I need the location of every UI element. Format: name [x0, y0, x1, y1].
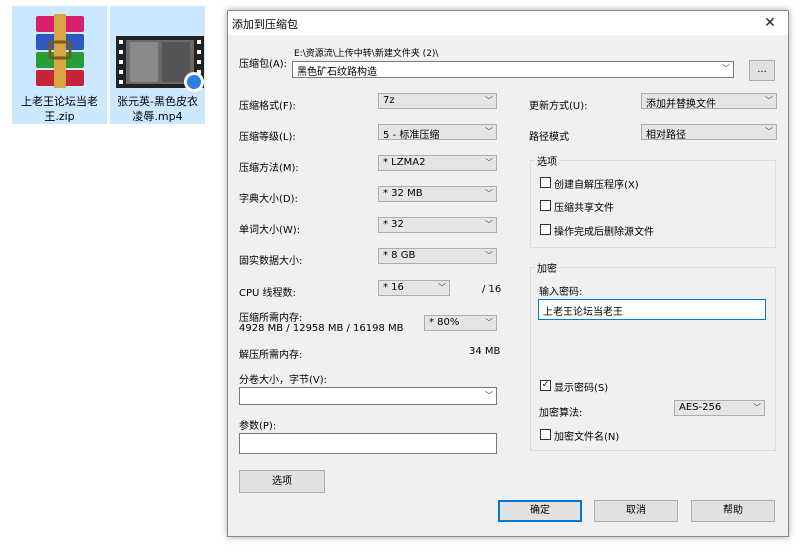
chevron-down-icon: ﹀ [485, 96, 493, 105]
add-to-archive-dialog: 添加到压缩包 ✕ 压缩包(A): E:\资源流\上传中转\新建文件夹 (2)\ … [227, 10, 789, 537]
chevron-down-icon: ﹀ [485, 391, 493, 400]
desktop-file-zip[interactable]: 上老王论坛当老 王.zip [12, 6, 107, 124]
solid-label: 固实数据大小: [239, 256, 303, 267]
chevron-down-icon: ﹀ [485, 251, 493, 260]
mem-decompress-value: 34 MB [469, 346, 501, 357]
params-input[interactable] [239, 433, 497, 454]
video-file-icon [116, 36, 204, 92]
level-label: 压缩等级(L): [239, 132, 296, 143]
solid-select[interactable]: * 8 GB ﹀ [378, 248, 497, 264]
level-value: 5 - 标准压缩 [383, 130, 440, 141]
chevron-down-icon: ﹀ [485, 127, 493, 136]
chevron-down-icon: ﹀ [485, 189, 493, 198]
split-size-combo[interactable]: ﹀ [239, 387, 497, 405]
chevron-down-icon: ﹀ [485, 318, 493, 327]
file-name-line1: 张元英-黑色皮衣 [117, 95, 198, 108]
level-select[interactable]: 5 - 标准压缩 ﹀ [378, 124, 497, 141]
file-name-line2: 凌辱.mp4 [132, 110, 183, 123]
encrypt-method-value: AES-256 [679, 402, 722, 413]
word-select[interactable]: * 32 ﹀ [378, 217, 497, 233]
delete-checkbox[interactable] [540, 224, 551, 235]
archive-name-value: 黑色矿石纹路构造 [297, 67, 377, 78]
help-button[interactable]: 帮助 [691, 500, 775, 522]
format-value: 7z [383, 95, 395, 106]
dict-value: * 32 MB [383, 188, 423, 199]
mem-compress-value: * 80% [429, 317, 460, 328]
cpu-label: CPU 线程数: [239, 288, 296, 299]
cpu-value: * 16 [383, 282, 404, 293]
chevron-down-icon: ﹀ [765, 96, 773, 105]
archive-path: E:\资源流\上传中转\新建文件夹 (2)\ [294, 49, 439, 59]
split-label: 分卷大小，字节(V): [239, 375, 328, 386]
browse-button[interactable]: ... [749, 60, 775, 81]
password-value: 上老王论坛当老王 [543, 307, 623, 318]
show-password-checkbox[interactable]: ✓ [540, 380, 551, 391]
dict-label: 字典大小(D): [239, 194, 298, 205]
params-label: 参数(P): [239, 421, 277, 432]
password-input[interactable]: 上老王论坛当老王 [538, 299, 766, 320]
mem-decompress-label: 解压所需内存: [239, 350, 303, 361]
shared-checkbox[interactable] [540, 200, 551, 211]
chevron-down-icon: ﹀ [753, 403, 761, 412]
chevron-down-icon: ﹀ [485, 158, 493, 167]
word-label: 单词大小(W): [239, 225, 301, 236]
cpu-select[interactable]: * 16 ﹀ [378, 280, 450, 296]
options-button[interactable]: 选项 [239, 470, 325, 493]
mem-compress-label: 压缩所需内存: [239, 313, 303, 324]
solid-value: * 8 GB [383, 250, 416, 261]
ok-button[interactable]: 确定 [498, 500, 582, 522]
cpu-total: / 16 [482, 284, 502, 295]
encrypt-names-label: 加密文件名(N) [554, 432, 620, 443]
sfx-checkbox[interactable] [540, 177, 551, 188]
update-label: 更新方式(U): [529, 101, 588, 112]
pathmode-label: 路径模式 [529, 132, 569, 143]
encrypt-method-select[interactable]: AES-256 ﹀ [674, 400, 765, 416]
encrypt-names-checkbox[interactable] [540, 429, 551, 440]
pathmode-select[interactable]: 相对路径 ﹀ [641, 124, 777, 141]
method-value: * LZMA2 [383, 157, 426, 168]
chevron-down-icon: ﹀ [438, 283, 446, 292]
archive-label: 压缩包(A): [239, 59, 288, 70]
show-password-label: 显示密码(S) [554, 383, 609, 394]
update-value: 添加并替换文件 [646, 99, 716, 110]
mem-compress-detail: 4928 MB / 12958 MB / 16198 MB [239, 323, 404, 334]
method-select[interactable]: * LZMA2 ﹀ [378, 155, 497, 171]
format-label: 压缩格式(F): [239, 101, 296, 112]
file-name-line2: 王.zip [44, 110, 75, 123]
shared-label: 压缩共享文件 [554, 203, 614, 214]
method-label: 压缩方法(M): [239, 163, 299, 174]
winrar-archive-icon [36, 14, 84, 88]
archive-name-combo[interactable]: 黑色矿石纹路构造 ﹀ [292, 61, 734, 78]
dialog-title: 添加到压缩包 [232, 18, 298, 31]
title-bar: 添加到压缩包 ✕ [228, 11, 788, 35]
dict-select[interactable]: * 32 MB ﹀ [378, 186, 497, 202]
chevron-down-icon: ﹀ [765, 127, 773, 136]
word-value: * 32 [383, 219, 404, 230]
encrypt-group-title: 加密 [535, 260, 559, 275]
encrypt-method-label: 加密算法: [539, 408, 583, 419]
update-select[interactable]: 添加并替换文件 ﹀ [641, 93, 777, 110]
cancel-button[interactable]: 取消 [594, 500, 678, 522]
format-select[interactable]: 7z ﹀ [378, 93, 497, 109]
chevron-down-icon: ﹀ [485, 220, 493, 229]
password-label: 输入密码: [539, 287, 583, 298]
pathmode-value: 相对路径 [646, 130, 686, 141]
options-group-title: 选项 [535, 153, 559, 168]
desktop-file-video[interactable]: 张元英-黑色皮衣 凌辱.mp4 [110, 6, 205, 124]
mem-compress-select[interactable]: * 80% ﹀ [424, 315, 497, 331]
chevron-down-icon: ﹀ [722, 64, 730, 73]
sfx-label: 创建自解压程序(X) [554, 180, 639, 191]
file-name-line1: 上老王论坛当老 [21, 95, 98, 108]
close-icon[interactable]: ✕ [752, 11, 788, 35]
delete-label: 操作完成后删除源文件 [554, 227, 654, 238]
